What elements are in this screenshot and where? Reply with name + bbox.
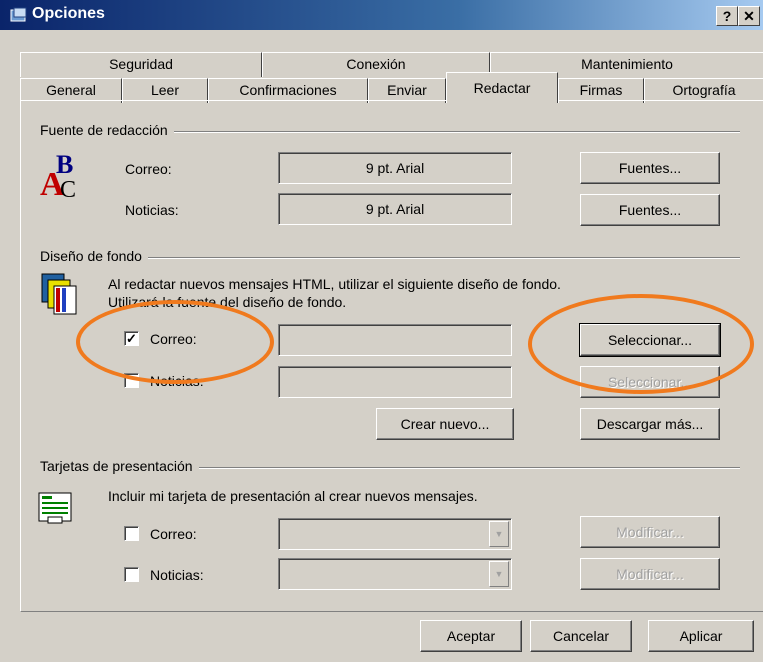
stationery-icon <box>41 273 77 315</box>
ok-button[interactable]: Aceptar <box>420 620 522 652</box>
chevron-down-icon[interactable]: ▼ <box>489 521 509 547</box>
svg-text:B: B <box>56 150 73 179</box>
font-mail-field: 9 pt. Arial <box>278 152 512 184</box>
font-news-field: 9 pt. Arial <box>278 193 512 225</box>
cancel-button[interactable]: Cancelar <box>530 620 632 652</box>
business-card-icon <box>38 492 72 524</box>
cards-group-label: Tarjetas de presentación <box>40 458 199 474</box>
font-group-label: Fuente de redacción <box>40 122 174 138</box>
mail-fonts-button[interactable]: Fuentes... <box>580 152 720 184</box>
tab-redactar[interactable]: Redactar <box>446 72 558 103</box>
font-abc-icon: A B C <box>40 150 76 203</box>
highlight-ellipse-select-button <box>528 294 754 394</box>
options-app-icon <box>10 7 27 22</box>
close-button[interactable]: ✕ <box>738 6 760 26</box>
cards-mail-combo[interactable]: ▼ <box>278 518 512 550</box>
create-new-button[interactable]: Crear nuevo... <box>376 408 514 440</box>
tab-seguridad[interactable]: Seguridad <box>20 52 262 77</box>
highlight-ellipse-checkbox <box>76 300 274 384</box>
window-title: Opciones <box>32 5 105 22</box>
cards-news-label: Noticias: <box>150 567 204 583</box>
cards-news-checkbox[interactable] <box>124 567 139 582</box>
cards-news-modify-button[interactable]: Modificar... <box>580 558 720 590</box>
chevron-down-icon[interactable]: ▼ <box>489 561 509 587</box>
download-more-button[interactable]: Descargar más... <box>580 408 720 440</box>
stationery-mail-field <box>278 324 512 356</box>
help-button[interactable]: ? <box>716 6 738 26</box>
cards-mail-label: Correo: <box>150 526 197 542</box>
title-bar[interactable]: Opciones ? ✕ <box>0 0 763 30</box>
font-mail-label: Correo: <box>125 161 172 177</box>
cards-mail-modify-button[interactable]: Modificar... <box>580 516 720 548</box>
font-news-label: Noticias: <box>125 202 179 218</box>
stationery-news-field <box>278 366 512 398</box>
stationery-group-label: Diseño de fondo <box>40 248 148 264</box>
options-dialog: Opciones ? ✕ Seguridad Conexión Mantenim… <box>0 0 763 662</box>
apply-button[interactable]: Aplicar <box>648 620 754 652</box>
cards-news-combo[interactable]: ▼ <box>278 558 512 590</box>
cards-mail-checkbox[interactable] <box>124 526 139 541</box>
svg-text:C: C <box>60 177 76 203</box>
news-fonts-button[interactable]: Fuentes... <box>580 194 720 226</box>
stationery-desc-line1: Al redactar nuevos mensajes HTML, utiliz… <box>108 276 561 292</box>
cards-desc: Incluir mi tarjeta de presentación al cr… <box>108 488 478 504</box>
